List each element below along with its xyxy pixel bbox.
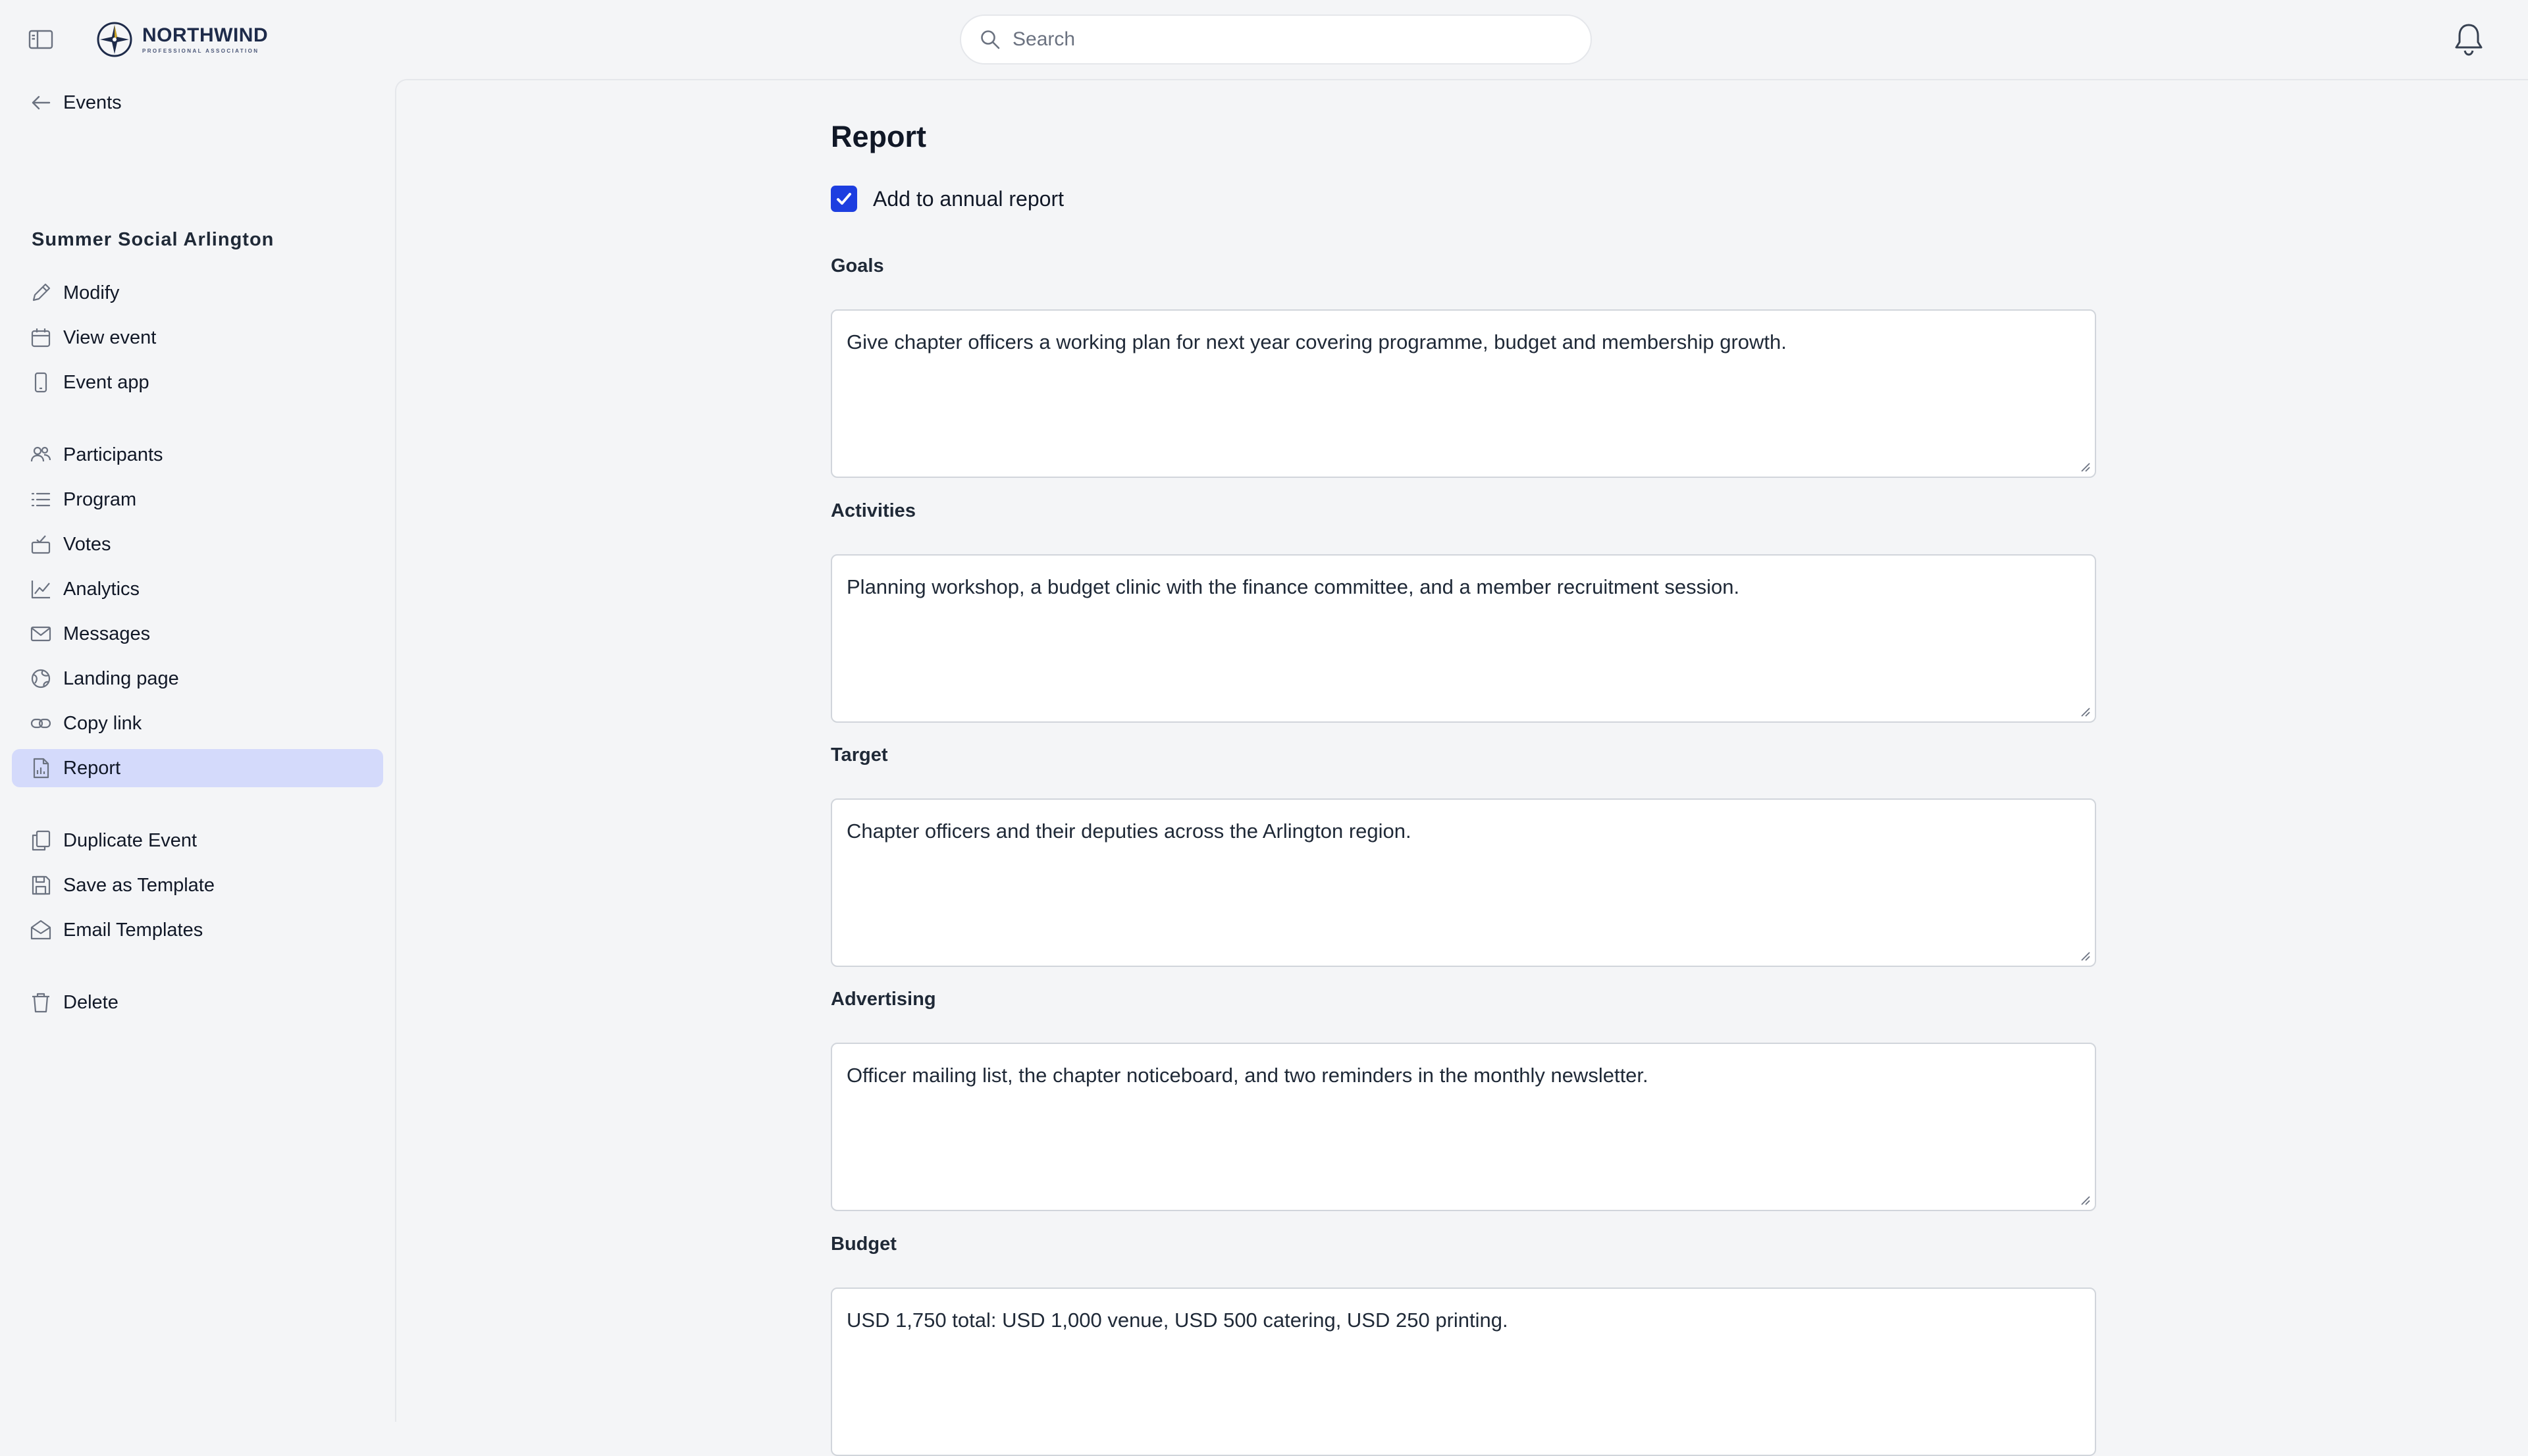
target-label: Target <box>831 744 888 766</box>
resize-handle-icon[interactable] <box>2079 950 2091 962</box>
resize-handle-icon[interactable] <box>2079 706 2091 717</box>
sidebar-item-label: Program <box>63 488 137 510</box>
sidebar-item-label: Report <box>63 757 121 779</box>
activities-value: Planning workshop, a budget clinic with … <box>847 575 1740 598</box>
search-bar[interactable] <box>960 14 1592 65</box>
sidebar-item-label: Duplicate Event <box>63 829 198 851</box>
main-panel: Report Add to annual report Goals Give c… <box>395 79 2528 1456</box>
sidebar-item-save-as-template[interactable]: Save as Template <box>12 866 383 904</box>
sidebar-item-copy-link[interactable]: Copy link <box>12 704 383 742</box>
compass-logo-icon <box>97 22 132 57</box>
sidebar-item-label: Event app <box>63 371 149 393</box>
goals-label: Goals <box>831 255 884 276</box>
target-textarea[interactable]: Chapter officers and their deputies acro… <box>831 798 2096 967</box>
logo-subtitle: PROFESSIONAL ASSOCIATION <box>142 47 259 54</box>
sidebar-item-label: Messages <box>63 623 151 644</box>
mobile-icon <box>29 371 53 394</box>
sidebar-item-event-app[interactable]: Event app <box>12 363 383 402</box>
sidebar-toggle-icon[interactable] <box>26 26 55 53</box>
advertising-value: Officer mailing list, the chapter notice… <box>847 1064 1648 1087</box>
sidebar: Events Summer Social Arlington Modify Vi… <box>0 79 395 1422</box>
sidebar-item-participants[interactable]: Participants <box>12 436 383 474</box>
users-icon <box>29 443 53 467</box>
sidebar-item-modify[interactable]: Modify <box>12 274 383 312</box>
back-label: Events <box>63 91 122 113</box>
page-title: Report <box>831 120 926 153</box>
envelope-icon <box>29 622 53 646</box>
ballot-icon <box>29 533 53 556</box>
budget-label: Budget <box>831 1234 897 1255</box>
duplicate-icon <box>29 829 53 852</box>
sidebar-item-label: Copy link <box>63 712 142 734</box>
sidebar-item-delete[interactable]: Delete <box>12 983 383 1022</box>
sidebar-item-email-templates[interactable]: Email Templates <box>12 911 383 949</box>
top-bar: NORTHWIND PROFESSIONAL ASSOCIATION <box>0 0 2528 79</box>
globe-icon <box>29 667 53 690</box>
link-icon <box>29 712 53 735</box>
logo[interactable]: NORTHWIND PROFESSIONAL ASSOCIATION <box>96 20 268 59</box>
sidebar-item-view-event[interactable]: View event <box>12 319 383 357</box>
sidebar-item-label: Votes <box>63 533 111 555</box>
trash-icon <box>29 991 53 1014</box>
event-name: Summer Social Arlington <box>32 229 275 250</box>
sidebar-item-landing-page[interactable]: Landing page <box>12 660 383 698</box>
list-icon <box>29 488 53 511</box>
annual-report-checkbox[interactable] <box>831 186 857 212</box>
pencil-icon <box>29 281 53 305</box>
sidebar-item-label: Save as Template <box>63 874 215 896</box>
sidebar-item-label: Email Templates <box>63 919 203 941</box>
target-value: Chapter officers and their deputies acro… <box>847 819 1411 843</box>
logo-name: NORTHWIND <box>142 24 269 46</box>
resize-handle-icon[interactable] <box>2079 1194 2091 1206</box>
budget-textarea[interactable]: USD 1,750 total: USD 1,000 venue, USD 50… <box>831 1287 2096 1456</box>
bell-icon[interactable] <box>2449 20 2488 59</box>
back-to-events-link[interactable]: Events <box>12 84 383 122</box>
sidebar-item-label: Modify <box>63 282 120 303</box>
sidebar-item-votes[interactable]: Votes <box>12 525 383 563</box>
sidebar-item-analytics[interactable]: Analytics <box>12 570 383 608</box>
sidebar-item-label: View event <box>63 326 157 348</box>
sidebar-item-label: Analytics <box>63 578 140 600</box>
sidebar-item-program[interactable]: Program <box>12 481 383 519</box>
arrow-left-icon <box>29 91 53 115</box>
sidebar-item-label: Delete <box>63 991 118 1013</box>
sidebar-item-label: Participants <box>63 444 163 465</box>
budget-value: USD 1,750 total: USD 1,000 venue, USD 50… <box>847 1309 1508 1332</box>
goals-textarea[interactable]: Give chapter officers a working plan for… <box>831 309 2096 478</box>
sidebar-item-label: Landing page <box>63 667 179 689</box>
sidebar-item-report[interactable]: Report <box>12 749 383 787</box>
search-input[interactable] <box>1013 28 1552 51</box>
search-icon <box>981 30 1000 49</box>
sidebar-item-messages[interactable]: Messages <box>12 615 383 653</box>
annual-report-checkbox-row[interactable]: Add to annual report <box>831 184 1064 213</box>
annual-report-label: Add to annual report <box>873 186 1064 211</box>
activities-textarea[interactable]: Planning workshop, a budget clinic with … <box>831 554 2096 723</box>
activities-label: Activities <box>831 500 916 521</box>
chart-icon <box>29 577 53 601</box>
checkmark-icon <box>837 193 851 205</box>
calendar-icon <box>29 326 53 350</box>
save-icon <box>29 873 53 897</box>
resize-handle-icon[interactable] <box>2079 461 2091 473</box>
goals-value: Give chapter officers a working plan for… <box>847 330 1787 353</box>
advertising-label: Advertising <box>831 989 936 1010</box>
mail-open-icon <box>29 918 53 942</box>
sidebar-item-duplicate-event[interactable]: Duplicate Event <box>12 821 383 860</box>
advertising-textarea[interactable]: Officer mailing list, the chapter notice… <box>831 1043 2096 1211</box>
report-icon <box>29 756 53 780</box>
